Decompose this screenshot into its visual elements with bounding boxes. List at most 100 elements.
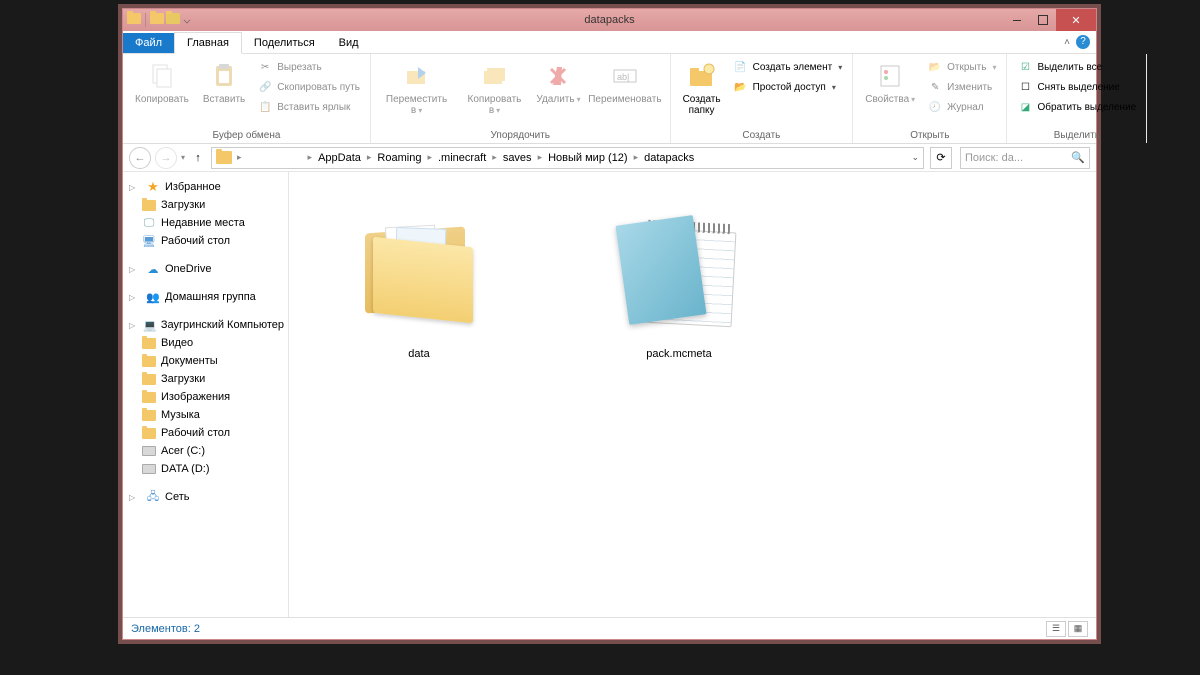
minimize-button[interactable] [1004, 9, 1030, 31]
folder-large-icon [349, 202, 489, 342]
breadcrumb-item[interactable]: .minecraft [435, 152, 489, 164]
chevron-right-icon[interactable]: ▸ [491, 152, 498, 163]
folder-icon [141, 426, 157, 440]
view-details-button[interactable]: ☰ [1046, 621, 1066, 637]
content-pane[interactable]: data pack.mcmeta [289, 172, 1096, 617]
ribbon-group-select: ☑Выделить все ☐Снять выделение ◪Обратить… [1007, 54, 1147, 143]
tree-item-recent[interactable]: 🖵Недавние места [123, 214, 288, 232]
rename-button[interactable]: ab| Переименовать [588, 58, 661, 107]
ribbon-collapse-icon[interactable]: ˄ [1064, 37, 1070, 48]
tree-item-desktop[interactable]: 🖥Рабочий стол [123, 232, 288, 250]
folder-icon [141, 336, 157, 350]
breadcrumb-item[interactable]: Новый мир (12) [545, 152, 630, 164]
delete-icon [542, 60, 574, 92]
properties-icon[interactable] [166, 13, 180, 24]
address-dropdown[interactable]: ⌄ [911, 152, 919, 163]
tree-onedrive[interactable]: ☁OneDrive [123, 260, 288, 278]
tree-item-desktop2[interactable]: Рабочий стол [123, 424, 288, 442]
folder-icon [127, 13, 141, 24]
breadcrumb-item[interactable]: AppData [315, 152, 364, 164]
chevron-right-icon[interactable]: ▸ [633, 152, 640, 163]
breadcrumb-item[interactable]: Roaming [374, 152, 424, 164]
separator [145, 13, 146, 27]
tree-item-music[interactable]: Музыка [123, 406, 288, 424]
maximize-button[interactable] [1030, 9, 1056, 31]
quick-access-toolbar [123, 13, 192, 27]
easy-access-button[interactable]: 📂Простой доступ [731, 78, 845, 96]
copy-button[interactable]: Копировать [131, 58, 193, 107]
file-item-text[interactable]: pack.mcmeta [579, 182, 779, 360]
back-button[interactable]: ← [129, 147, 151, 169]
new-item-button[interactable]: 📄Создать элемент [731, 58, 845, 76]
group-label-clipboard: Буфер обмена [131, 128, 362, 141]
tree-item-videos[interactable]: Видео [123, 334, 288, 352]
copy-path-button[interactable]: 🔗Скопировать путь [255, 78, 362, 96]
history-button[interactable]: 🕗Журнал [925, 98, 998, 116]
tab-view[interactable]: Вид [327, 33, 371, 53]
properties-icon [874, 60, 906, 92]
tab-file[interactable]: Файл [123, 33, 174, 53]
move-to-button[interactable]: Переместить в [379, 58, 454, 118]
tree-item-pictures[interactable]: Изображения [123, 388, 288, 406]
folder-icon [141, 354, 157, 368]
titlebar: datapacks [123, 9, 1096, 31]
open-button[interactable]: 📂Открыть [925, 58, 998, 76]
tree-favorites[interactable]: ★Избранное [123, 178, 288, 196]
breadcrumb-item[interactable]: saves [500, 152, 535, 164]
chevron-right-icon[interactable]: ▸ [366, 152, 373, 163]
select-all-button[interactable]: ☑Выделить все [1015, 58, 1138, 76]
tree-item-drive-d[interactable]: DATA (D:) [123, 460, 288, 478]
history-dropdown[interactable]: ▾ [181, 153, 185, 162]
ribbon: Копировать Вставить ✂Вырезать 🔗Скопирова… [123, 54, 1096, 144]
drive-icon [141, 462, 157, 476]
close-button[interactable] [1056, 9, 1096, 31]
invert-selection-button[interactable]: ◪Обратить выделение [1015, 98, 1138, 116]
ribbon-group-clipboard: Копировать Вставить ✂Вырезать 🔗Скопирова… [123, 54, 371, 143]
view-icons-button[interactable]: ▦ [1068, 621, 1088, 637]
select-all-icon: ☑ [1017, 59, 1033, 75]
chevron-right-icon[interactable]: ▸ [537, 152, 544, 163]
homegroup-icon: 👥 [145, 290, 161, 304]
forward-button[interactable]: → [155, 147, 177, 169]
statusbar: Элементов: 2 ☰ ▦ [123, 617, 1096, 639]
tree-computer[interactable]: 💻Заугринский Компьютер [123, 316, 288, 334]
up-button[interactable]: ↑ [189, 149, 207, 167]
window-title: datapacks [584, 14, 634, 26]
folder-icon[interactable] [150, 13, 164, 24]
drive-icon [141, 444, 157, 458]
breadcrumb-item[interactable]: datapacks [641, 152, 697, 164]
chevron-right-icon[interactable]: ▸ [236, 152, 243, 163]
address-bar[interactable]: ▸ ▸ AppData ▸ Roaming ▸ .minecraft ▸ sav… [211, 147, 924, 169]
tab-share[interactable]: Поделиться [242, 33, 327, 53]
cut-button[interactable]: ✂Вырезать [255, 58, 362, 76]
tab-home[interactable]: Главная [174, 32, 242, 54]
tree-item-downloads2[interactable]: Загрузки [123, 370, 288, 388]
chevron-right-icon[interactable]: ▸ [307, 152, 314, 163]
item-count: Элементов: 2 [131, 623, 200, 635]
group-label-select: Выделить [1015, 128, 1138, 141]
copy-to-button[interactable]: Копировать в [460, 58, 529, 118]
paste-button[interactable]: Вставить [199, 58, 249, 107]
path-icon: 🔗 [257, 79, 273, 95]
delete-button[interactable]: Удалить [535, 58, 582, 107]
tree-item-documents[interactable]: Документы [123, 352, 288, 370]
qat-dropdown[interactable] [182, 13, 192, 27]
select-none-button[interactable]: ☐Снять выделение [1015, 78, 1138, 96]
properties-button[interactable]: Свойства [861, 58, 919, 107]
tree-item-drive-c[interactable]: Acer (C:) [123, 442, 288, 460]
chevron-right-icon[interactable]: ▸ [426, 152, 433, 163]
search-input[interactable]: Поиск: da... 🔍 [960, 147, 1090, 169]
rename-icon: ab| [609, 60, 641, 92]
easy-access-icon: 📂 [733, 79, 749, 95]
edit-button[interactable]: ✎Изменить [925, 78, 998, 96]
new-folder-button[interactable]: Создать папку [679, 58, 725, 118]
tree-homegroup[interactable]: 👥Домашняя группа [123, 288, 288, 306]
paste-shortcut-button[interactable]: 📋Вставить ярлык [255, 98, 362, 116]
refresh-button[interactable]: ⟳ [930, 147, 952, 169]
invert-icon: ◪ [1017, 99, 1033, 115]
help-icon[interactable]: ? [1076, 35, 1090, 49]
file-item-folder[interactable]: data [319, 182, 519, 360]
tree-item-downloads[interactable]: Загрузки [123, 196, 288, 214]
tree-network[interactable]: 🖧Сеть [123, 488, 288, 506]
new-item-icon: 📄 [733, 59, 749, 75]
